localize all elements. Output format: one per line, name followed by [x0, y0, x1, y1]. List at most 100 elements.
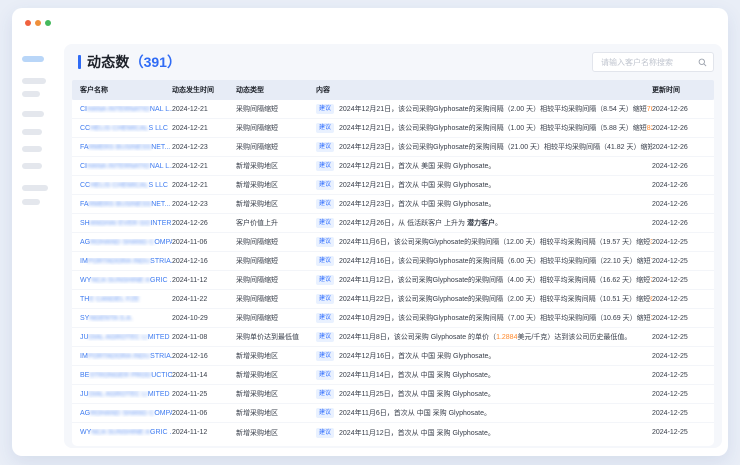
customer-name-link[interactable]: WYNCA SUNSHINE AGRIC ...: [80, 277, 172, 284]
customer-name-link[interactable]: IMPORTADORA INDUSTRIA...: [80, 353, 172, 360]
event-date: 2024-12-23: [172, 201, 236, 208]
blurred-name-segment: HANA INTERNATIO: [87, 106, 150, 113]
customer-name-link[interactable]: BESTRONGER PRODUCTIO...: [80, 372, 172, 379]
dynamic-type: 客户价值上升: [236, 218, 316, 228]
customer-name-link[interactable]: SHANGHAI EVER GOINTER...: [80, 220, 172, 227]
blurred-name-segment: DIAL AGROTEC LI: [89, 391, 148, 398]
table-row[interactable]: AGROHAND SHANG COMPA... 2024-11-06 采购间隔缩…: [72, 233, 714, 252]
table-row[interactable]: BESTRONGER PRODUCTIO... 2024-11-14 新增采购地…: [72, 366, 714, 385]
blurred-name-segment: ANGHAI EVER GO: [90, 220, 151, 227]
update-date: 2024-12-25: [652, 391, 714, 398]
table-row[interactable]: FARMERS BUSINESSNET... 2024-12-23 采购间隔缩短…: [72, 138, 714, 157]
customer-name-link[interactable]: JUDIAL AGROTEC LIMITED: [80, 334, 170, 341]
content-text: 2024年12月16日，首次从 中国 采购 Glyphosate。: [339, 351, 495, 361]
sidebar-nav-item[interactable]: [22, 146, 42, 152]
content-text: 2024年12月21日，首次从 中国 采购 Glyphosate。: [339, 180, 495, 190]
customer-name-link[interactable]: AGROHAND SHANG COMPA...: [80, 239, 172, 246]
content-cell: 建议 2024年11月6日，该公司采购Glyphosate的采购间隔（12.00…: [316, 237, 652, 247]
sidebar-nav-item[interactable]: [22, 185, 48, 191]
suggestion-badge: 建议: [316, 256, 334, 266]
update-date: 2024-12-25: [652, 315, 714, 322]
suggestion-badge: 建议: [316, 123, 334, 133]
table-row[interactable]: WYNCA SUNSHINE AGRIC ... 2024-11-12 新增采购…: [72, 423, 714, 442]
table-row[interactable]: IMPORTADORA INDUSTRIA... 2024-12-16 新增采购…: [72, 347, 714, 366]
customer-name-link[interactable]: CCHELIS CHEMICALS LLC: [80, 125, 168, 132]
table-row[interactable]: SHANGHAI EVER GOINTER... 2024-12-26 客户价值…: [72, 214, 714, 233]
customer-name-link[interactable]: FARMERS BUSINESSNET...: [80, 144, 170, 151]
table-row[interactable]: CIHANA INTERNATIONAL L... 2024-12-21 新增采…: [72, 157, 714, 176]
dynamic-type: 新增采购地区: [236, 199, 316, 209]
update-date: 2024-12-25: [652, 334, 714, 341]
table-row[interactable]: WYNCA SUNSHINE AGRIC ... 2024-11-12 采购间隔…: [72, 271, 714, 290]
table-row[interactable]: AGROHAND SHANG COMPA... 2024-11-06 新增采购地…: [72, 404, 714, 423]
customer-name-link[interactable]: AGROHAND SHANG COMPA...: [80, 410, 172, 417]
customer-name-link[interactable]: FARMERS BUSINESSNET...: [80, 201, 170, 208]
sidebar-nav-item[interactable]: [22, 91, 40, 97]
minimize-window-icon[interactable]: [35, 20, 41, 26]
blurred-name-segment: STRONGER PROD: [89, 372, 151, 379]
maximize-window-icon[interactable]: [45, 20, 51, 26]
customer-name-link[interactable]: WYNCA SUNSHINE AGRIC ...: [80, 429, 172, 436]
table-row[interactable]: THE CANDEL FZE 2024-11-22 采购间隔缩短 建议 2024…: [72, 290, 714, 309]
customer-name-link[interactable]: SYNGENTA S.A.: [80, 315, 133, 322]
table-row[interactable]: FARMERS BUSINESSNET... 2024-12-23 新增采购地区…: [72, 195, 714, 214]
customer-name-link[interactable]: CCHELIS CHEMICALS LLC: [80, 182, 168, 189]
sidebar-nav-item[interactable]: [22, 163, 42, 169]
blurred-name-segment: HELIS CHEMICAL: [90, 125, 148, 132]
content-cell: 建议 2024年12月16日，该公司采购Glyphosate的采购间隔（6.00…: [316, 256, 652, 266]
sidebar-nav-item-active[interactable]: [22, 56, 44, 62]
table-row[interactable]: JUDIAL AGROTEC LIMITED 2024-11-25 新增采购地区…: [72, 385, 714, 404]
event-date: 2024-12-23: [172, 144, 236, 151]
customer-name-cell: CIHANA INTERNATIONAL L...: [72, 106, 172, 113]
dynamic-type: 新增采购地区: [236, 180, 316, 190]
event-date: 2024-10-29: [172, 315, 236, 322]
suggestion-badge: 建议: [316, 428, 334, 438]
update-date: 2024-12-26: [652, 125, 714, 132]
sidebar-nav-item[interactable]: [22, 78, 46, 84]
suggestion-badge: 建议: [316, 237, 334, 247]
col-header-customer-name: 客户名称: [72, 85, 172, 95]
dynamic-type: 采购间隔缩短: [236, 104, 316, 114]
customer-name-link[interactable]: CIHANA INTERNATIONAL L...: [80, 163, 172, 170]
suggestion-badge: 建议: [316, 275, 334, 285]
customer-search-box[interactable]: [592, 52, 714, 72]
customer-name-link[interactable]: THE CANDEL FZE: [80, 296, 139, 303]
search-input[interactable]: [599, 57, 698, 68]
customer-name-cell: CCHELIS CHEMICALS LLC: [72, 125, 172, 132]
content-text: 2024年12月21日，该公司采购Glyphosate的采购间隔（2.00 天）…: [339, 104, 652, 114]
dynamic-type: 新增采购地区: [236, 389, 316, 399]
customer-name-cell: SYNGENTA S.A.: [72, 315, 172, 322]
blurred-name-segment: ROHAND SHANG C: [90, 410, 154, 417]
content-text: 2024年11月12日，首次从 中国 采购 Glyphosate。: [339, 428, 495, 438]
main-panel: 动态数 （391） 客户名称 动态发生时间 动态类型 内容 更新时间 CIHAN…: [64, 44, 722, 448]
app-window: 动态数 （391） 客户名称 动态发生时间 动态类型 内容 更新时间 CIHAN…: [12, 8, 728, 456]
table-row[interactable]: CCHELIS CHEMICALS LLC 2024-12-21 新增采购地区 …: [72, 176, 714, 195]
customer-name-link[interactable]: CIHANA INTERNATIONAL L...: [80, 106, 172, 113]
blurred-name-segment: RMERS BUSINESS: [89, 144, 152, 151]
customer-name-link[interactable]: IMPORTADORA INDUSTRIA...: [80, 258, 172, 265]
close-window-icon[interactable]: [25, 20, 31, 26]
customer-name-cell: WYNCA SUNSHINE AGRIC ...: [72, 429, 172, 436]
suggestion-badge: 建议: [316, 351, 334, 361]
dynamic-type: 采购间隔缩短: [236, 142, 316, 152]
update-date: 2024-12-26: [652, 220, 714, 227]
dynamics-table: 客户名称 动态发生时间 动态类型 内容 更新时间 CIHANA INTERNAT…: [72, 80, 714, 446]
suggestion-badge: 建议: [316, 180, 334, 190]
table-row[interactable]: JUDIAL AGROTEC LIMITED 2024-11-08 采购单价达到…: [72, 328, 714, 347]
blurred-name-segment: RMERS BUSINESS: [89, 201, 152, 208]
customer-name-link[interactable]: JUDIAL AGROTEC LIMITED: [80, 391, 170, 398]
content-cell: 建议 2024年11月6日，首次从 中国 采购 Glyphosate。: [316, 408, 652, 418]
table-row[interactable]: SYNGENTA S.A. 2024-10-29 采购间隔缩短 建议 2024年…: [72, 309, 714, 328]
event-date: 2024-12-26: [172, 220, 236, 227]
table-row[interactable]: CIHANA INTERNATIONAL L... 2024-12-21 采购间…: [72, 100, 714, 119]
sidebar-nav-item[interactable]: [22, 111, 44, 117]
table-row[interactable]: CCHELIS CHEMICALS LLC 2024-12-21 采购间隔缩短 …: [72, 119, 714, 138]
sidebar-nav-item[interactable]: [22, 199, 40, 205]
update-date: 2024-12-25: [652, 410, 714, 417]
table-row[interactable]: IMPORTADORA INDUSTRIA... 2024-12-16 采购间隔…: [72, 252, 714, 271]
search-icon[interactable]: [698, 58, 707, 67]
content-text: 2024年11月8日，该公司采购 Glyphosate 的单价（1.2884美元…: [339, 332, 631, 342]
blurred-name-segment: NGENTA S.A.: [89, 315, 132, 322]
suggestion-badge: 建议: [316, 294, 334, 304]
sidebar-nav-item[interactable]: [22, 129, 42, 135]
